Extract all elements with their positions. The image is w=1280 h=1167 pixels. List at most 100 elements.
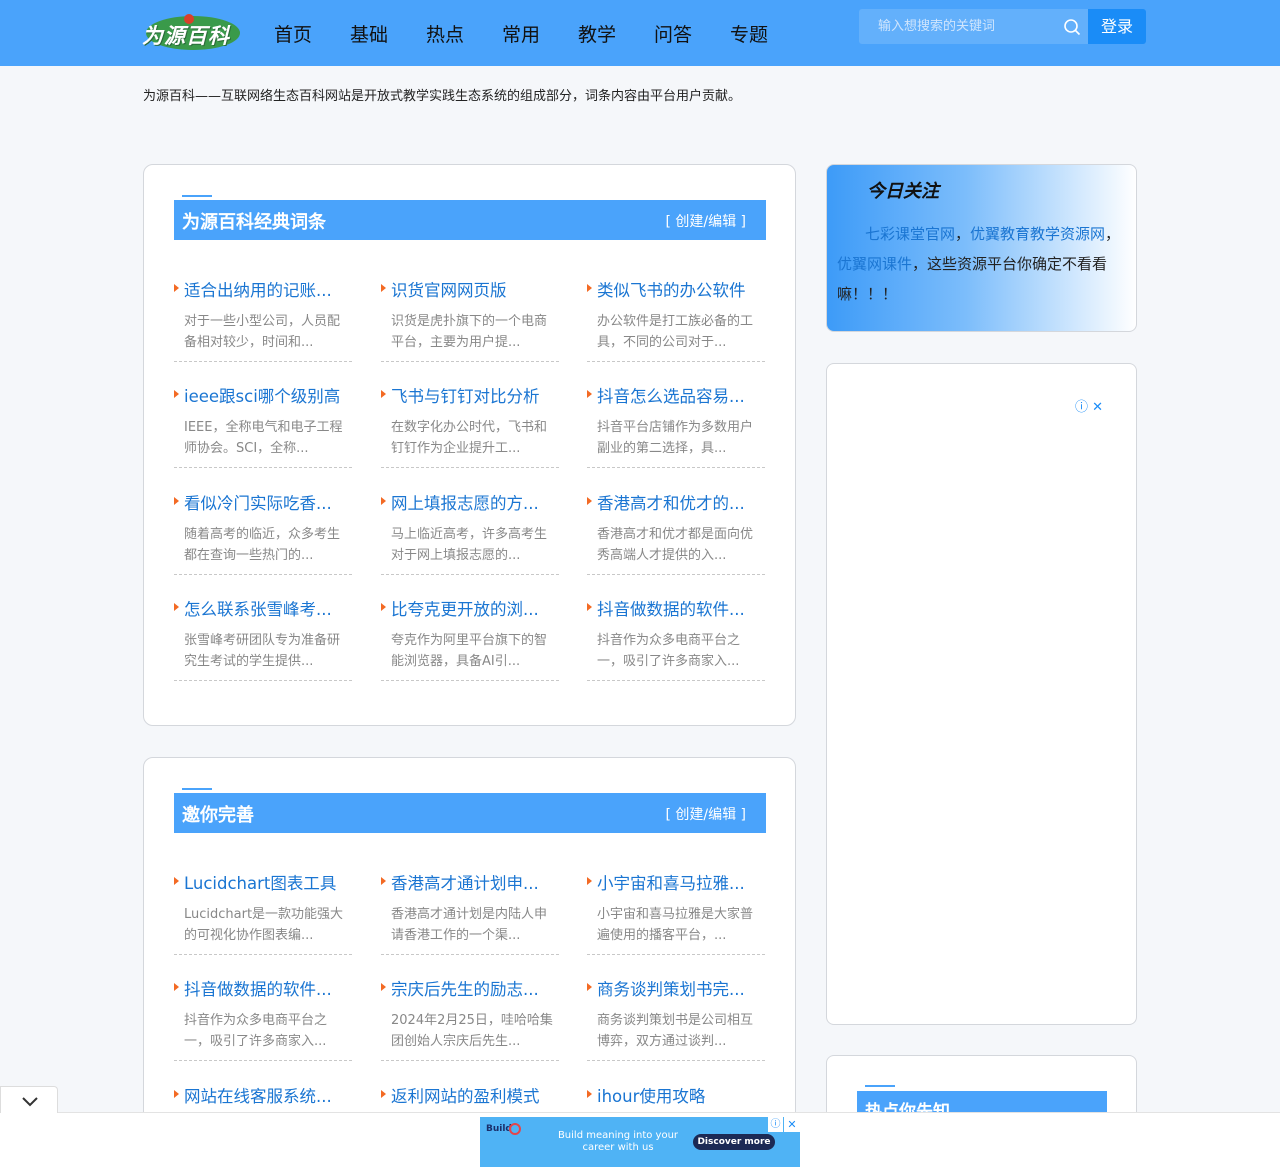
bullet-marker — [587, 497, 592, 505]
nav-home[interactable]: 首页 — [274, 20, 312, 47]
entry-title[interactable]: 比夸克更开放的浏... — [391, 596, 561, 620]
entry-title[interactable]: 类似飞书的办公软件 — [597, 277, 767, 301]
entry-item[interactable]: 适合出纳用的记账... 对于一些小型公司，人员配备相对较少，时间和... — [174, 277, 352, 362]
entry-item[interactable]: Lucidchart图表工具 Lucidchart是一款功能强大的可视化协作图表编… — [174, 870, 352, 955]
bullet-marker — [587, 1090, 592, 1098]
site-logo[interactable]: 为源百科 — [140, 14, 244, 52]
entry-title[interactable]: 怎么联系张雪峰考... — [184, 596, 354, 620]
entry-title[interactable]: 适合出纳用的记账... — [184, 277, 354, 301]
entry-item[interactable]: 飞书与钉钉对比分析在数字化办公时代，飞书和钉钉作为企业提升工... — [381, 383, 559, 468]
entry-item[interactable]: 怎么联系张雪峰考... 张雪峰考研团队专为准备研究生考试的学生提供... — [174, 596, 352, 681]
entry-desc: 在数字化办公时代，飞书和钉钉作为企业提升工... — [391, 420, 548, 456]
bullet-marker — [587, 983, 592, 991]
entry-item[interactable]: 宗庆后先生的励志... 2024年2月25日，哇哈哈集团创始人宗庆后先生... — [381, 976, 559, 1061]
entry-title[interactable]: 香港高才通计划申... — [391, 870, 561, 894]
entry-title[interactable]: 小宇宙和喜马拉雅... — [597, 870, 767, 894]
entry-title[interactable]: 网上填报志愿的方... — [391, 490, 561, 514]
bullet-marker — [587, 390, 592, 398]
site-notice: 为源百科——互联网络生态百科网站是开放式教学实践生态系统的组成部分，词条内容由平… — [143, 89, 742, 104]
focus-link-youyi-courseware[interactable]: 优翼网课件 — [837, 255, 912, 273]
nav-hot[interactable]: 热点 — [426, 20, 464, 47]
search-icon[interactable] — [1063, 18, 1081, 36]
entry-desc: Lucidchart是一款功能强大的可视化协作图表编... — [184, 907, 344, 943]
close-icon[interactable]: ✕ — [784, 1117, 800, 1132]
entry-item[interactable]: ieee跟sci哪个级别高 IEEE，全称电气和电子工程师协会。SCI，全称... — [174, 383, 352, 468]
collapse-button[interactable] — [0, 1086, 58, 1113]
ad-brand: Build — [486, 1124, 512, 1134]
section-title: 邀你完善 — [182, 805, 254, 826]
bullet-marker — [174, 1090, 179, 1098]
entry-item[interactable]: 看似冷门实际吃香... 随着高考的临近，众多考生都在查询一些热门的... — [174, 490, 352, 575]
info-icon[interactable]: ⓘ — [768, 1117, 783, 1132]
improve-entries-panel: 邀你完善 [ 创建/编辑 ] Lucidchart图表工具 Lucidchart是… — [143, 757, 796, 1167]
nav-basics[interactable]: 基础 — [350, 20, 388, 47]
entry-desc: 张雪峰考研团队专为准备研究生考试的学生提供... — [184, 633, 341, 669]
search-box — [859, 9, 1088, 44]
focus-separator: ， — [1105, 225, 1121, 243]
bullet-marker — [587, 603, 592, 611]
entry-desc: 香港高才通计划是内陆人申请香港工作的一个渠... — [391, 907, 548, 943]
entry-item[interactable]: 香港高才通计划申... 香港高才通计划是内陆人申请香港工作的一个渠... — [381, 870, 559, 955]
nav-topics[interactable]: 专题 — [730, 20, 768, 47]
entry-item[interactable]: 识货官网网页版识货是虎扑旗下的一个电商平台，主要为用户提... — [381, 277, 559, 362]
entry-item[interactable]: 网上填报志愿的方... 马上临近高考，许多高考生对于网上填报志愿的... — [381, 490, 559, 575]
entry-item[interactable]: 小宇宙和喜马拉雅... 小宇宙和喜马拉雅是大家普遍使用的播客平台，... — [587, 870, 765, 955]
entry-title[interactable]: 宗庆后先生的励志... — [391, 976, 561, 1000]
create-edit-link[interactable]: [ 创建/编辑 ] — [665, 804, 746, 824]
ad-cta-button[interactable]: Discover more — [693, 1134, 775, 1150]
today-focus-heading: 今日关注 — [867, 181, 939, 202]
entry-desc: 随着高考的临近，众多考生都在查询一些热门的... — [184, 527, 341, 563]
entry-item[interactable]: 商务谈判策划书完... 商务谈判策划书是公司相互博弈，双方通过谈判... — [587, 976, 765, 1061]
entry-title[interactable]: 香港高才和优才的... — [597, 490, 767, 514]
entry-title[interactable]: 飞书与钉钉对比分析 — [391, 383, 561, 407]
entry-item[interactable]: 抖音怎么选品容易... 抖音平台店铺作为多数用户副业的第二选择，具... — [587, 383, 765, 468]
entry-title[interactable]: 商务谈判策划书完... — [597, 976, 767, 1000]
nav-common[interactable]: 常用 — [502, 20, 540, 47]
entry-item[interactable]: 抖音做数据的软件... 抖音作为众多电商平台之一，吸引了许多商家入... — [174, 976, 352, 1061]
focus-link-youyi-edu[interactable]: 优翼教育教学资源网 — [970, 225, 1105, 243]
classic-entries-panel: 为源百科经典词条 [ 创建/编辑 ] 适合出纳用的记账... 对于一些小型公司，人… — [143, 164, 796, 726]
section-title: 为源百科经典词条 — [182, 212, 326, 233]
entry-title[interactable]: 返利网站的盈利模式 — [391, 1083, 561, 1107]
entry-desc: 小宇宙和喜马拉雅是大家普遍使用的播客平台，... — [597, 907, 754, 943]
search-input[interactable] — [859, 9, 1059, 44]
entry-title[interactable]: 抖音做数据的软件... — [184, 976, 354, 1000]
focus-link-qicai[interactable]: 七彩课堂官网 — [865, 225, 955, 243]
nav-qa[interactable]: 问答 — [654, 20, 692, 47]
chevron-down-icon[interactable] — [1, 1087, 59, 1114]
entry-title[interactable]: ihour使用攻略 — [597, 1083, 767, 1107]
section-header: 为源百科经典词条 [ 创建/编辑 ] — [174, 200, 766, 240]
bottom-banner-ad[interactable]: Build Build meaning into your career wit… — [480, 1117, 800, 1167]
sidebar-ad: ⓘ ✕ — [826, 363, 1137, 1025]
entry-title[interactable]: 抖音怎么选品容易... — [597, 383, 767, 407]
entry-title[interactable]: 网站在线客服系统... — [184, 1083, 354, 1107]
bullet-marker — [174, 284, 179, 292]
create-edit-link[interactable]: [ 创建/编辑 ] — [665, 211, 746, 231]
entry-desc: 对于一些小型公司，人员配备相对较少，时间和... — [184, 314, 341, 350]
entry-title[interactable]: ieee跟sci哪个级别高 — [184, 383, 354, 407]
entry-desc: 香港高才和优才都是面向优秀高端人才提供的入... — [597, 527, 754, 563]
bullet-marker — [587, 284, 592, 292]
ad-brand-mark — [509, 1123, 521, 1135]
login-button[interactable]: 登录 — [1088, 9, 1146, 44]
entry-item[interactable]: 香港高才和优才的... 香港高才和优才都是面向优秀高端人才提供的入... — [587, 490, 765, 575]
today-focus-body: 七彩课堂官网，优翼教育教学资源网，优翼网课件，这些资源平台你确定不看看嘛！！！ — [837, 219, 1131, 309]
focus-separator: ， — [955, 225, 971, 243]
nav-teaching[interactable]: 教学 — [578, 20, 616, 47]
logo-text: 为源百科 — [142, 24, 230, 48]
entry-title[interactable]: 抖音做数据的软件... — [597, 596, 767, 620]
top-header: 为源百科 首页 基础 热点 常用 教学 问答 专题 登录 — [0, 0, 1280, 66]
ad-info-close-icon[interactable]: ⓘ ✕ — [1075, 396, 1103, 415]
entry-item[interactable]: 比夸克更开放的浏... 夸克作为阿里平台旗下的智能浏览器，具备AI引... — [381, 596, 559, 681]
entry-desc: 抖音平台店铺作为多数用户副业的第二选择，具... — [597, 420, 754, 456]
entry-title[interactable]: 看似冷门实际吃香... — [184, 490, 354, 514]
entry-desc: 识货是虎扑旗下的一个电商平台，主要为用户提... — [391, 314, 548, 350]
entry-title[interactable]: Lucidchart图表工具 — [184, 870, 354, 894]
bullet-marker — [174, 390, 179, 398]
section-accent-line — [865, 1085, 895, 1087]
ad-message: Build meaning into your career with us — [557, 1130, 679, 1153]
entry-item[interactable]: 抖音做数据的软件... 抖音作为众多电商平台之一，吸引了许多商家入... — [587, 596, 765, 681]
entry-title[interactable]: 识货官网网页版 — [391, 277, 561, 301]
section-accent-line — [182, 788, 212, 790]
entry-item[interactable]: 类似飞书的办公软件 办公软件是打工族必备的工具，不同的公司对于... — [587, 277, 765, 362]
